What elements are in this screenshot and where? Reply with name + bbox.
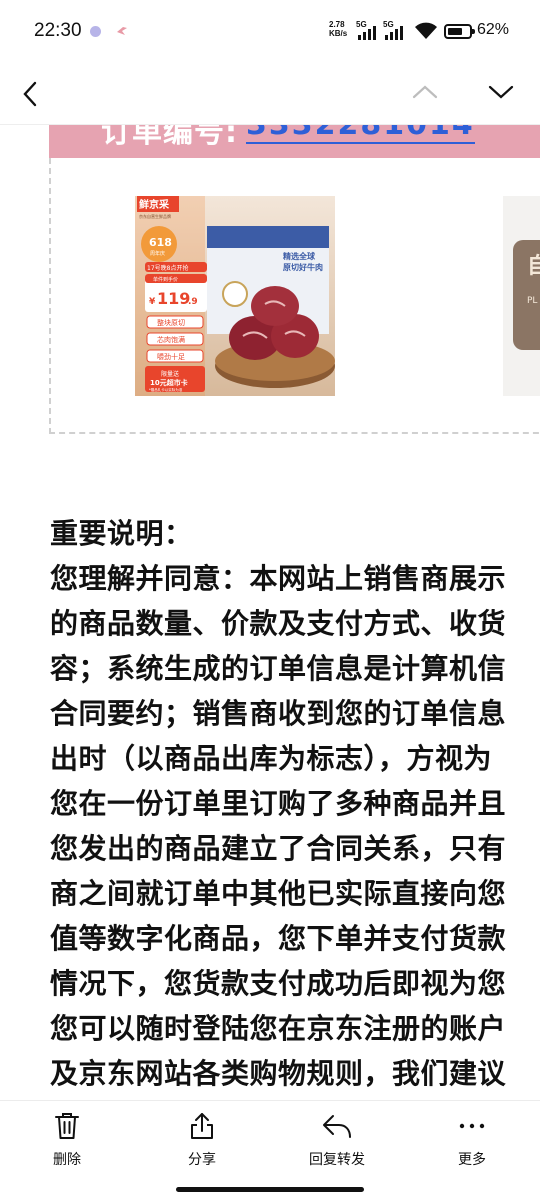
reply-forward-button[interactable]: 回复转发 [287,1111,387,1171]
product-image-2[interactable]: 自 PL [503,196,540,396]
notice-line: 您在一份订单里订购了多种商品并且 [50,787,507,820]
package-text-1: 精选全球 [283,251,316,261]
product-image-beef[interactable]: 鲜京采 京东自营生鲜品牌 618 周年庆 17号晚8点开抢 单件到手价 ¥ 11… [135,196,335,396]
notice-line: 您发出的商品建立了合同关系，只有 [50,832,507,865]
more-button[interactable]: 更多 [422,1111,522,1171]
tag-3: 嚼劲十足 [157,352,185,361]
wifi-icon [415,22,437,39]
price-int: 119 [157,289,190,308]
brand-sub-text: 京东自营生鲜品牌 [139,213,171,219]
home-indicator[interactable] [176,1187,364,1192]
notice-line: 及京东网站各类购物规则，我们建议 [50,1057,507,1090]
order-banner: 订单编号: 3332281014 [49,125,540,158]
notice-line: 情况下，您货款支付成功后即视为您 [50,967,507,1000]
product-2-text: 自 [527,254,540,279]
promo-sub: 周年庆 [150,250,165,257]
notice-line: 出时（以商品出库为标志），方视为 [50,742,493,775]
notice-line: 您理解并同意：本网站上销售商展示 [50,562,507,595]
top-nav-bar [0,64,540,125]
tag-1: 整块原切 [157,318,185,327]
battery-icon [444,24,475,39]
notice-line: 重要说明： [50,517,193,550]
package-text-2: 原切好牛肉 [283,262,323,272]
delete-button[interactable]: 删除 [17,1111,117,1171]
back-arrow-icon[interactable] [22,81,38,107]
product-photo: 鲜京采 京东自营生鲜品牌 618 周年庆 17号晚8点开抢 单件到手价 ¥ 11… [135,196,335,396]
reply-forward-label: 回复转发 [309,1152,365,1168]
more-dots-icon [459,1123,485,1129]
gift-note: *赠品礼卡以实际为准 [149,387,183,392]
price-currency: ¥ [149,297,156,307]
gift-line-1: 限量送 [161,370,179,378]
notice-line: 合同要约；销售商收到您的订单信息 [50,697,507,730]
cell-signal-icon: 5G [383,20,407,40]
notification-bird-icon [117,27,127,35]
notice-line: 的商品数量、价款及支付方式、收货 [50,607,507,640]
next-mail-chevron-down-icon[interactable] [488,84,514,100]
more-label: 更多 [458,1152,486,1168]
network-speed: 2.78 KB/s [329,20,348,38]
email-body[interactable]: 订单编号: 3332281014 鲜京采 京东自营生鲜品牌 618 周年庆 17… [0,125,540,1100]
status-bar: 22:30 2.78 KB/s 5G 5G 62% [0,0,540,64]
cell-signal-icon: 5G [356,20,380,40]
notice-line: 您可以随时登陆您在京东注册的账户 [50,1012,507,1045]
order-number-label: 订单编号: [101,125,238,150]
status-time: 22:30 [34,20,82,41]
promo-time: 17号晚8点开抢 [147,264,188,272]
price-label: 单件到手价 [153,276,178,283]
reply-icon [323,1115,351,1138]
share-button[interactable]: 分享 [152,1111,252,1171]
notice-line: 容；系统生成的订单信息是计算机信 [50,652,507,685]
notice-line: 值等数字化商品，您下单并支付货款 [50,922,507,955]
price-dec: .9 [188,297,198,307]
product-2-subtext: PL [527,296,538,306]
notification-app-icon [90,26,101,37]
notice-line: 商之间就订单中其他已实际直接向您 [50,877,507,910]
delete-label: 删除 [53,1152,81,1168]
share-label: 分享 [188,1152,216,1168]
gift-line-2: 10元超市卡 [150,378,188,387]
important-notice: 重要说明： 您理解并同意：本网站上销售商展示 的商品数量、价款及支付方式、收货 … [50,511,540,1096]
share-icon [191,1113,213,1139]
promo-618: 618 [149,236,172,249]
brand-text: 鲜京采 [139,198,169,211]
order-number-link[interactable]: 3332281014 [246,125,475,144]
tag-2: 芯肉饱满 [157,335,185,344]
trash-icon [55,1113,79,1139]
previous-mail-chevron-up-icon[interactable] [412,84,438,100]
battery-percent: 62% [477,21,510,38]
